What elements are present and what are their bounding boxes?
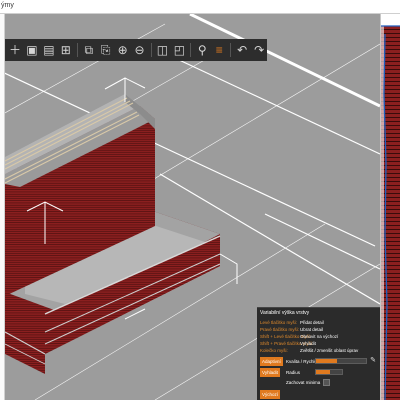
toolbar-separator	[190, 43, 192, 57]
layer-height-profile[interactable]	[381, 14, 400, 400]
shortcut-row: Kolečko myši: Zvětšit / zmenšit oblast úp…	[260, 348, 359, 353]
reset-button[interactable]: Výchozí	[260, 390, 281, 399]
shortcut-row: Shift + Pravé tlačítko myši: Vyhladit	[260, 341, 316, 346]
delete-icon[interactable]: ▣	[24, 42, 40, 59]
paste-icon[interactable]: ⎘	[98, 42, 114, 59]
panel-title: Variabilní výška vrstvy	[260, 310, 310, 316]
split-objects-icon[interactable]: ◫	[155, 42, 171, 59]
variable-layer-height-panel: Variabilní výška vrstvy Levé tlačítko my…	[257, 307, 380, 400]
layers-editing-icon[interactable]: ≡	[211, 42, 227, 59]
adaptive-button[interactable]: Adaptivní	[260, 357, 283, 366]
undo-icon[interactable]: ↶	[234, 42, 250, 59]
quality-slider[interactable]	[315, 358, 367, 364]
shortcut-row: Levé tlačítko myši: Přidat detail	[260, 320, 324, 325]
split-parts-icon[interactable]: ◰	[171, 42, 187, 59]
shortcut-row: Shift + Levé tlačítko myši: Obnovit na vý…	[260, 334, 339, 339]
delete-all-icon[interactable]: ▤	[41, 42, 57, 59]
add-icon[interactable]: ＋	[7, 42, 23, 59]
top-toolbar: ＋ ▣ ▤ ⊞ ⧉ ⎘ ⊕ ⊖ ◫ ◰ ⚲ ≡ ↶ ↷	[5, 39, 267, 61]
toolbar-separator	[150, 43, 152, 57]
shortcut-row: Pravé tlačítko myši: Ubrat detail	[260, 327, 324, 332]
keep-minima-checkbox[interactable]	[323, 379, 330, 386]
redo-icon[interactable]: ↷	[251, 42, 267, 59]
search-icon[interactable]: ⚲	[194, 42, 210, 59]
edit-icon[interactable]: ✎	[369, 357, 377, 365]
layer-height-profile-strip[interactable]	[380, 14, 400, 400]
radius-slider[interactable]	[315, 369, 343, 375]
toolbar-separator	[230, 43, 232, 57]
radius-label: Radius	[286, 370, 301, 375]
window-title: ýmy	[1, 2, 14, 9]
arrange-icon[interactable]: ⊞	[58, 42, 74, 59]
window-title-bar: ýmy	[0, 0, 400, 14]
toolbar-separator	[76, 43, 78, 57]
copy-icon[interactable]: ⧉	[81, 42, 97, 59]
remove-instance-icon[interactable]: ⊖	[132, 42, 148, 59]
keep-minima-label: Zachovat minima	[286, 380, 321, 385]
add-instance-icon[interactable]: ⊕	[115, 42, 131, 59]
smooth-button[interactable]: Vyhladit	[260, 368, 280, 377]
